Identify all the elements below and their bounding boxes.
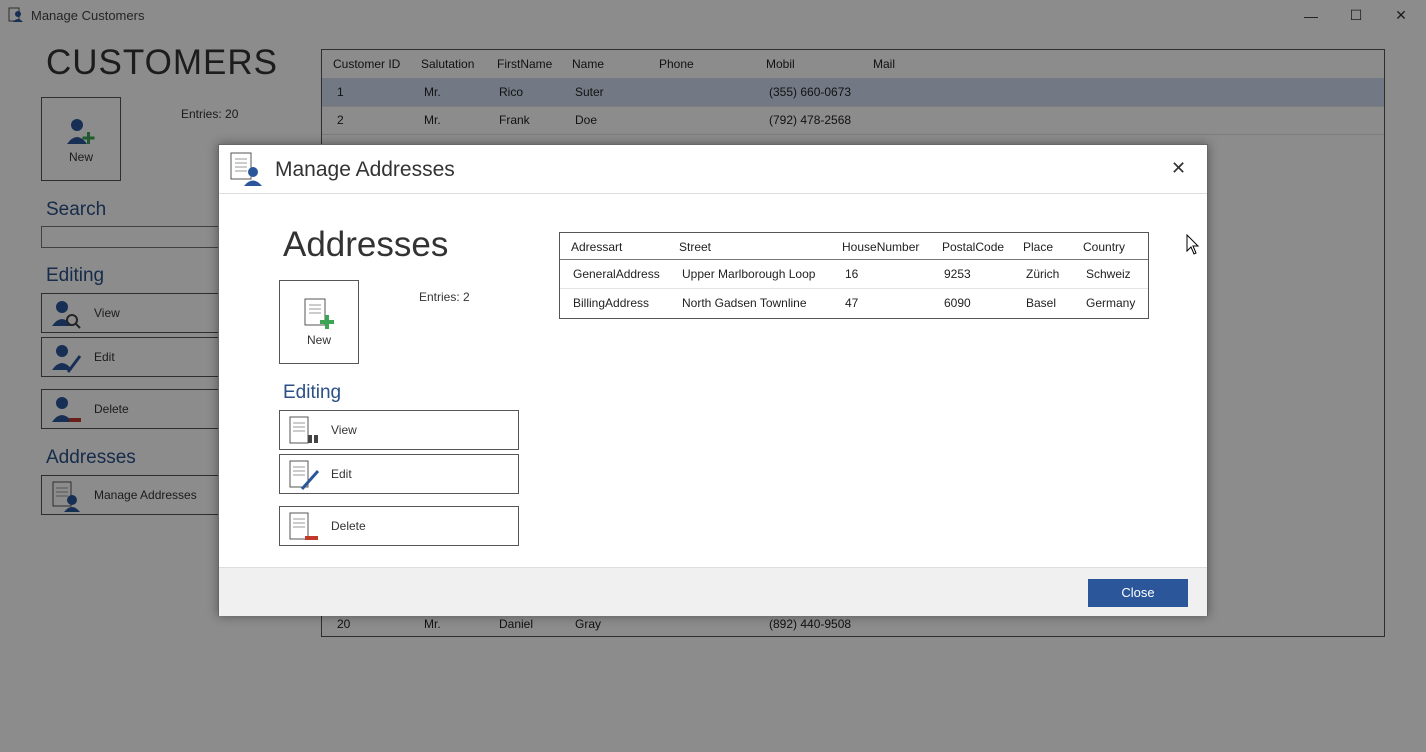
- column-header[interactable]: Place: [1023, 240, 1053, 254]
- edit-address-icon: [289, 460, 320, 490]
- table-row[interactable]: BillingAddress North Gadsen Townline 47 …: [560, 288, 1148, 317]
- table-row[interactable]: GeneralAddress Upper Marlborough Loop 16…: [560, 259, 1148, 289]
- cell-place: Zürich: [1026, 267, 1060, 281]
- cell-housenumber: 47: [845, 296, 859, 310]
- delete-address-label: Delete: [331, 519, 366, 533]
- column-header[interactable]: HouseNumber: [842, 240, 919, 254]
- view-address-button[interactable]: View: [279, 410, 519, 450]
- cell-street: Upper Marlborough Loop: [682, 267, 816, 281]
- column-header[interactable]: Street: [679, 240, 711, 254]
- delete-address-button[interactable]: Delete: [279, 506, 519, 546]
- cell-postalcode: 6090: [944, 296, 971, 310]
- cell-postalcode: 9253: [944, 267, 971, 281]
- cell-adressart: BillingAddress: [573, 296, 650, 310]
- new-address-button[interactable]: New: [279, 280, 359, 364]
- new-address-label: New: [306, 333, 331, 347]
- view-address-label: View: [331, 423, 357, 437]
- close-button[interactable]: Close: [1088, 579, 1188, 607]
- cell-housenumber: 16: [845, 267, 859, 281]
- edit-address-label: Edit: [331, 467, 352, 481]
- cell-place: Basel: [1026, 296, 1057, 310]
- column-header[interactable]: PostalCode: [942, 240, 1004, 254]
- column-header[interactable]: Adressart: [571, 240, 622, 254]
- add-address-icon: [304, 298, 334, 329]
- column-header[interactable]: Country: [1083, 240, 1125, 254]
- addresses-table-header: Adressart Street HouseNumber PostalCode …: [560, 233, 1148, 260]
- addresses-table[interactable]: Adressart Street HouseNumber PostalCode …: [559, 232, 1149, 319]
- mouse-cursor-icon: [1186, 234, 1200, 255]
- cell-street: North Gadsen Townline: [682, 296, 807, 310]
- dialog-title: Manage Addresses: [275, 158, 455, 181]
- dialog-footer: Close: [219, 567, 1207, 616]
- addresses-entries-count: Entries: 2: [419, 290, 470, 304]
- dialog-editing-heading: Editing: [283, 382, 342, 403]
- addresses-title: Addresses: [283, 225, 449, 264]
- cell-country: Germany: [1086, 296, 1136, 310]
- dialog-close-icon[interactable]: ✕: [1171, 158, 1186, 179]
- dialog-header: Manage Addresses ✕: [219, 145, 1207, 194]
- edit-address-button[interactable]: Edit: [279, 454, 519, 494]
- manage-addresses-dialog: Manage Addresses ✕ Addresses Entries: 2 …: [218, 144, 1208, 616]
- address-book-icon: [230, 152, 262, 186]
- cell-country: Schweiz: [1086, 267, 1131, 281]
- view-address-icon: [289, 416, 318, 444]
- cell-adressart: GeneralAddress: [573, 267, 660, 281]
- delete-address-icon: [289, 512, 318, 540]
